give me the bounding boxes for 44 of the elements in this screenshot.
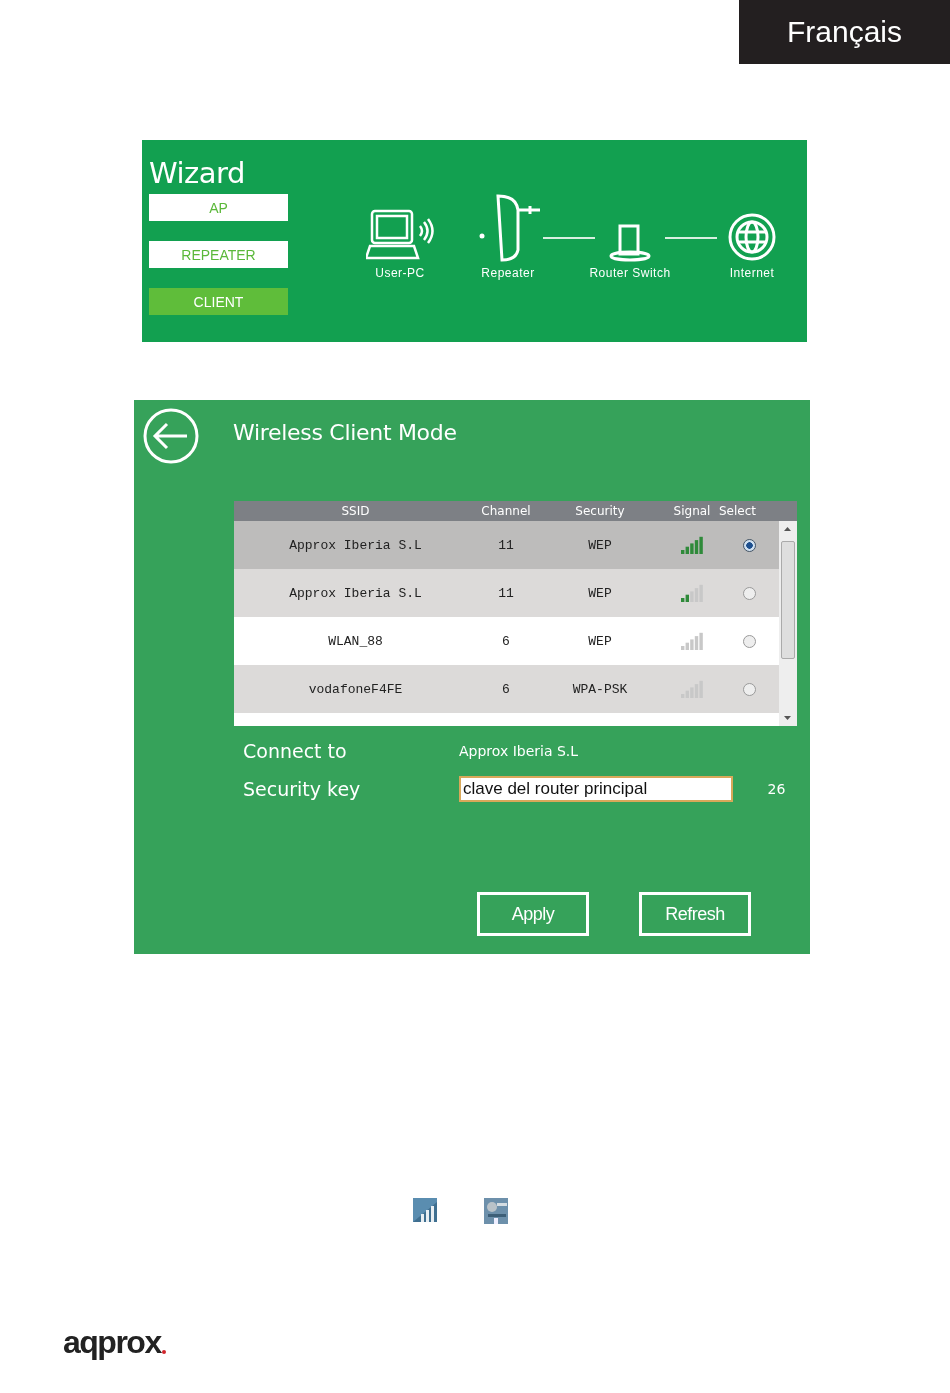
key-length: 26 (767, 781, 787, 797)
network-device-icon (484, 1198, 508, 1224)
column-header: SSID (340, 504, 371, 518)
device-label: Internet (729, 266, 775, 280)
ssid-cell-text: vodafoneF4FE (307, 681, 404, 697)
network-name: Approx Iberia S.L (459, 743, 580, 759)
column-header: Security (574, 504, 626, 518)
field-label: Security key (243, 778, 362, 800)
laptop-icon (366, 208, 434, 262)
column-header: Channel (480, 504, 532, 518)
panel-title: Wireless Client Mode (233, 420, 457, 445)
network-row[interactable]: vodafoneF4FE 6 WPA-PSK (234, 665, 779, 713)
column-header: Select (719, 504, 757, 518)
radio-button[interactable] (742, 586, 756, 600)
radio-button[interactable] (742, 538, 756, 552)
device-label: User-PC (375, 266, 425, 280)
channel-cell-text: 6 (501, 633, 511, 649)
field-label: Connect to (243, 740, 348, 762)
input-field[interactable]: clave del router principal (459, 776, 733, 802)
wizard-title: Wizard (149, 156, 246, 190)
radio-button[interactable] (742, 682, 756, 696)
device-label: Router Switch (589, 266, 671, 280)
brand-logo: aqprox (63, 1324, 166, 1361)
security-cell-text: WEP (587, 537, 613, 553)
device-label: Repeater (481, 266, 535, 280)
scrollbar[interactable] (779, 521, 797, 726)
network-row[interactable]: Approx Iberia S.L 11 WEP (234, 521, 779, 569)
security-cell-text: WEP (587, 633, 613, 649)
channel-cell-text: 6 (501, 681, 511, 697)
security-cell-text: WPA-PSK (571, 681, 629, 697)
radio-button[interactable] (742, 634, 756, 648)
router-icon (608, 222, 652, 262)
network-row[interactable]: Approx Iberia S.L 11 WEP (234, 569, 779, 617)
ssid-cell-text: Approx Iberia S.L (288, 537, 423, 553)
signal-bars-icon (413, 1198, 437, 1222)
column-header: Signal (672, 504, 712, 518)
scroll-up-icon[interactable] (784, 527, 791, 531)
globe-icon (727, 212, 777, 262)
channel-cell-text: 11 (497, 585, 515, 601)
ssid-cell-text: WLAN_88 (327, 633, 384, 649)
security-cell-text: WEP (587, 585, 613, 601)
scroll-down-icon[interactable] (784, 716, 791, 720)
channel-cell-text: 11 (497, 537, 515, 553)
ssid-cell-text: Approx Iberia S.L (288, 585, 423, 601)
